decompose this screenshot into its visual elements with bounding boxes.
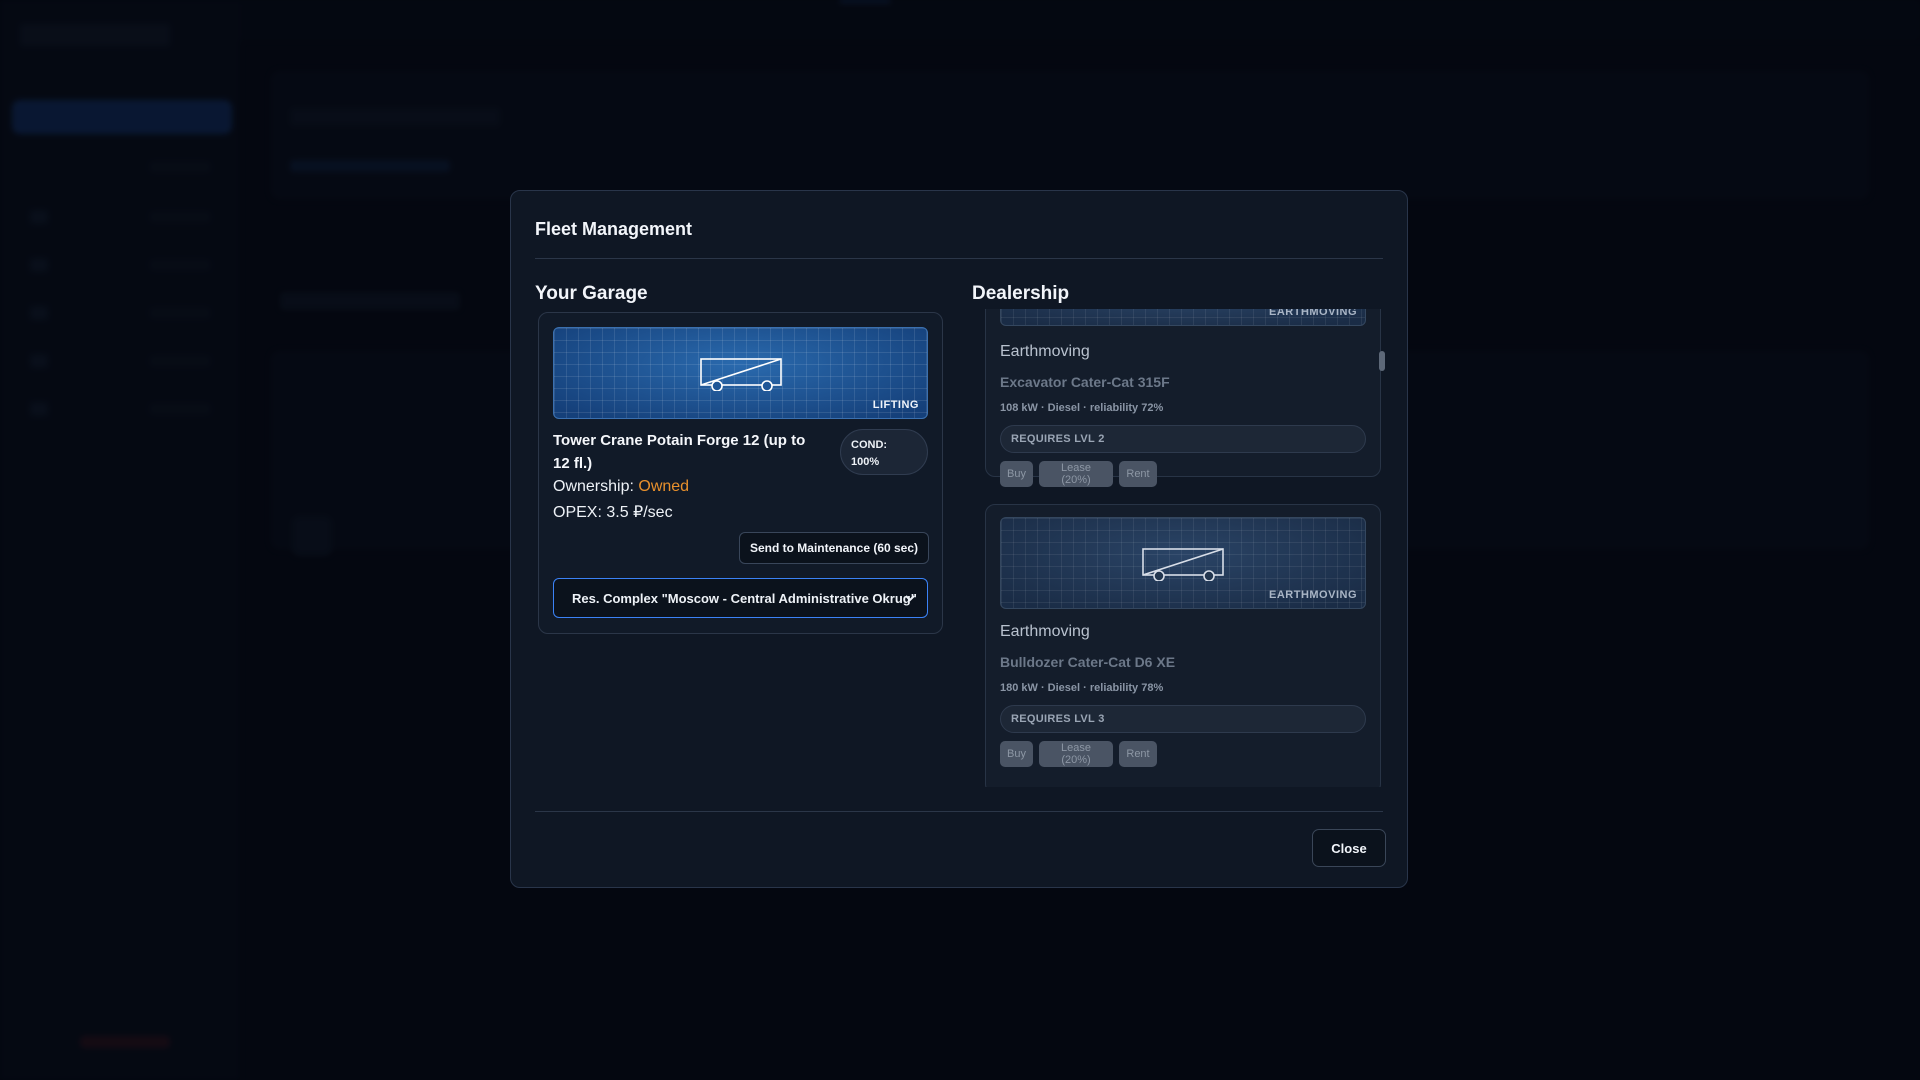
header-divider bbox=[535, 258, 1383, 259]
dealer-category-tag: EARTHMOVING bbox=[1269, 309, 1357, 318]
send-to-maintenance-button[interactable]: Send to Maintenance (60 sec) bbox=[739, 532, 929, 564]
opex-line: OPEX: 3.5 ₽/sec bbox=[553, 504, 673, 521]
condition-label: COND: bbox=[851, 439, 888, 451]
garage-vehicle-card: LIFTING Tower Crane Potain Forge 12 (up … bbox=[538, 312, 943, 634]
dealer-requirement: REQUIRES LVL 3 bbox=[1000, 705, 1366, 733]
dealer-specs: 180 kW · Diesel · reliability 78% bbox=[1000, 682, 1164, 694]
dealer-requirement: REQUIRES LVL 2 bbox=[1000, 425, 1366, 453]
buy-button[interactable]: Buy bbox=[1000, 461, 1033, 487]
rent-button[interactable]: Rent bbox=[1119, 741, 1157, 767]
dealership-title: Dealership bbox=[972, 283, 1070, 304]
dealer-category: Earthmoving bbox=[1000, 343, 1090, 360]
lease-button[interactable]: Lease (20%) bbox=[1039, 461, 1113, 487]
dealership-scrollbar[interactable] bbox=[1379, 351, 1385, 371]
dealer-specs: 108 kW · Diesel · reliability 72% bbox=[1000, 402, 1164, 414]
lease-button[interactable]: Lease (20%) bbox=[1039, 741, 1113, 767]
vehicle-blueprint: LIFTING bbox=[553, 327, 928, 419]
dealer-category-tag: EARTHMOVING bbox=[1269, 589, 1357, 601]
project-assignment-select[interactable]: Res. Complex "Moscow - Central Administr… bbox=[553, 578, 928, 618]
chevron-down-icon bbox=[905, 595, 915, 602]
garage-title: Your Garage bbox=[535, 283, 648, 304]
fleet-management-modal: Fleet Management Your Garage Dealership … bbox=[510, 190, 1408, 888]
close-button[interactable]: Close bbox=[1312, 829, 1386, 867]
buy-button[interactable]: Buy bbox=[1000, 741, 1033, 767]
ownership-value: Owned bbox=[638, 478, 690, 495]
condition-value: 100% bbox=[851, 456, 880, 468]
modal-title: Fleet Management bbox=[535, 219, 693, 239]
vehicle-name: Tower Crane Potain Forge 12 (up to 12 fl… bbox=[553, 432, 806, 472]
condition-badge: COND: 100% bbox=[840, 429, 928, 475]
vehicle-category-tag: LIFTING bbox=[872, 399, 919, 411]
vehicle-trailer-icon bbox=[1142, 548, 1224, 581]
ownership-line: Ownership: Owned bbox=[553, 478, 689, 496]
ownership-label: Ownership: bbox=[553, 478, 634, 495]
dealer-item-bulldozer: EARTHMOVING Earthmoving Bulldozer Cater-… bbox=[985, 504, 1381, 787]
vehicle-trailer-icon bbox=[699, 358, 782, 391]
dealer-model: Excavator Cater-Cat 315F bbox=[1000, 374, 1170, 390]
dealership-list[interactable]: EARTHMOVING Earthmoving Excavator Cater-… bbox=[973, 309, 1387, 787]
dealer-model: Bulldozer Cater-Cat D6 XE bbox=[1000, 654, 1176, 670]
footer-divider bbox=[535, 811, 1383, 812]
dealer-category: Earthmoving bbox=[1000, 623, 1090, 640]
dealer-blueprint: EARTHMOVING bbox=[1000, 309, 1366, 326]
dealer-item-excavator: EARTHMOVING Earthmoving Excavator Cater-… bbox=[985, 309, 1381, 487]
rent-button[interactable]: Rent bbox=[1119, 461, 1157, 487]
dealer-blueprint: EARTHMOVING bbox=[1000, 517, 1366, 609]
select-value: Res. Complex "Moscow - Central Administr… bbox=[572, 590, 917, 606]
